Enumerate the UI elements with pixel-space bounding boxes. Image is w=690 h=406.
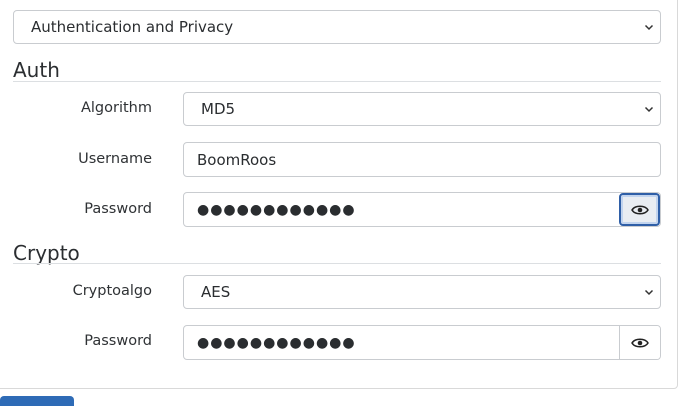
eye-icon — [630, 205, 649, 214]
username-value: BoomRoos — [197, 150, 277, 169]
eye-icon — [631, 338, 649, 347]
crypto-password-label: Password — [84, 333, 152, 349]
security-level-select[interactable]: Authentication and Privacy — [13, 10, 661, 44]
chevron-down-icon — [644, 106, 654, 113]
chevron-down-icon — [644, 24, 654, 31]
algorithm-label: Algorithm — [80, 100, 152, 116]
crypto-divider — [13, 263, 661, 264]
chevron-down-icon — [644, 289, 654, 296]
crypto-section-title: Crypto — [13, 241, 80, 265]
crypto-password-toggle-button[interactable] — [619, 326, 660, 359]
auth-password-value: ●●●●●●●●●●●● — [197, 201, 356, 218]
algorithm-value: MD5 — [201, 100, 236, 118]
algorithm-select[interactable]: MD5 — [183, 92, 661, 126]
cryptoalgo-label: Cryptoalgo — [72, 283, 152, 299]
auth-password-label: Password — [84, 201, 152, 217]
username-input[interactable]: BoomRoos — [183, 142, 661, 177]
username-label: Username — [78, 151, 152, 167]
cryptoalgo-select[interactable]: AES — [183, 275, 661, 309]
cryptoalgo-value: AES — [201, 283, 231, 301]
auth-divider — [13, 81, 661, 82]
auth-password-field[interactable]: ●●●●●●●●●●●● — [183, 192, 661, 227]
auth-password-toggle-button[interactable] — [619, 193, 660, 226]
security-level-value: Authentication and Privacy — [31, 18, 234, 36]
auth-section-title: Auth — [13, 58, 60, 82]
crypto-password-field[interactable]: ●●●●●●●●●●●● — [183, 325, 661, 360]
primary-button-edge[interactable] — [0, 396, 74, 406]
crypto-password-value: ●●●●●●●●●●●● — [197, 334, 356, 351]
